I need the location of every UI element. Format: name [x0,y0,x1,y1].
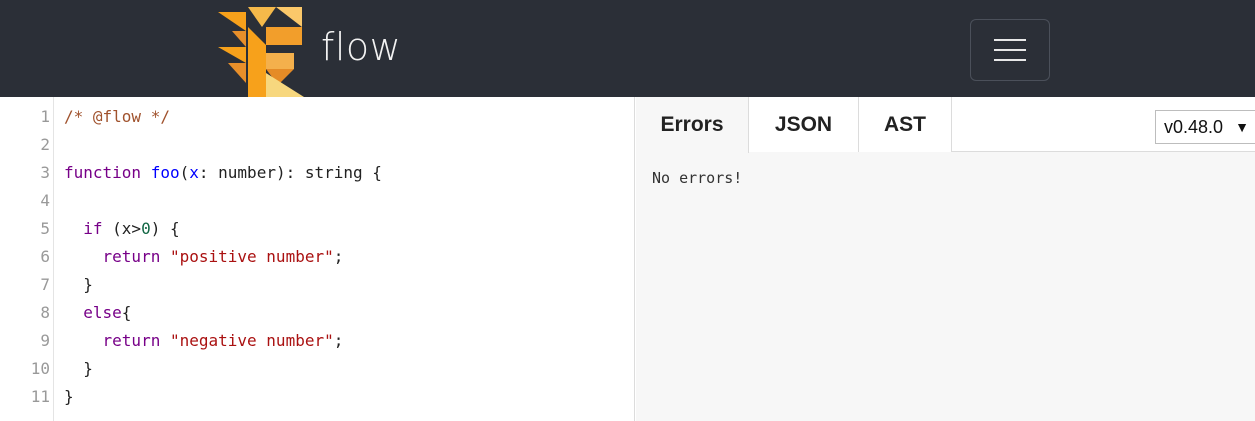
code-token: return [102,247,161,266]
code-line[interactable]: 2 [0,131,630,159]
line-number: 2 [40,135,50,154]
hamburger-menu-icon [994,39,1026,41]
line-number: 4 [40,191,50,210]
tab-errors[interactable]: Errors [636,97,749,153]
code-text: /* @flow */ [64,103,170,131]
code-token: return [102,331,161,350]
code-token: (x> [102,219,142,238]
code-text: return "negative number"; [64,327,344,355]
code-line[interactable]: 3 function foo(x: number): string { [0,159,630,187]
code-line[interactable]: 9 return "negative number"; [0,327,630,355]
code-text: } [64,383,74,411]
line-number: 5 [40,219,50,238]
code-token: /* @flow */ [64,107,170,126]
code-line[interactable]: 4 [0,187,630,215]
line-number: 1 [40,107,50,126]
line-number: 10 [30,359,50,378]
tab-json[interactable]: JSON [749,97,859,152]
line-number: 3 [40,163,50,182]
code-token: x [189,163,199,182]
code-text: function foo(x: number): string { [64,159,382,187]
code-line[interactable]: 6 return "positive number"; [0,243,630,271]
hamburger-menu-icon-bar [994,49,1026,51]
code-line[interactable]: 10 } [0,355,630,383]
code-token: } [64,359,93,378]
line-number: 8 [40,303,50,322]
output-tab-bar: Errors JSON AST v0.48.0 ▼ [636,97,1255,153]
code-token: if [83,219,103,238]
version-selected-value: v0.48.0 [1164,117,1224,137]
version-select[interactable]: v0.48.0 ▼ [1155,110,1255,144]
line-number: 6 [40,247,50,266]
code-token: function [64,163,142,182]
code-token: 0 [141,219,151,238]
brand-name[interactable]: flow [321,22,401,72]
line-number: 9 [40,331,50,350]
code-text: } [64,271,93,299]
code-token: } [64,275,93,294]
line-number: 11 [30,387,50,406]
code-token: "positive number" [169,247,334,266]
tab-ast[interactable]: AST [859,97,952,152]
code-token: : number): string { [198,163,382,182]
output-panel: Errors JSON AST v0.48.0 ▼ No errors! [636,97,1255,421]
code-line[interactable]: 7 } [0,271,630,299]
code-token: "negative number" [169,331,334,350]
line-number: 7 [40,275,50,294]
hamburger-menu-icon-bar [994,59,1026,61]
code-line[interactable]: 1 /* @flow */ [0,103,630,131]
flow-logo-icon[interactable] [218,7,304,97]
code-token: else [83,303,122,322]
code-text: if (x>0) { [64,215,180,243]
code-token: { [121,303,132,322]
code-text: else{ [64,299,131,327]
code-token: ; [333,247,344,266]
menu-button[interactable] [970,19,1050,81]
code-text: return "positive number"; [64,243,344,271]
code-line[interactable]: 11} [0,383,630,411]
code-line[interactable]: 8 else{ [0,299,630,327]
code-text: } [64,355,93,383]
code-token: } [64,387,74,406]
code-line[interactable]: 5 if (x>0) { [0,215,630,243]
errors-status-text: No errors! [652,169,743,187]
code-token: ) { [150,219,180,238]
code-token: ( [179,163,190,182]
code-token: ; [333,331,344,350]
code-editor[interactable]: 1 /* @flow */ 2 3 function foo(x: number): s… [0,97,635,421]
dropdown-arrow-icon: ▼ [1235,119,1249,135]
top-navbar: flow [0,0,1255,97]
code-token: foo [150,163,180,182]
